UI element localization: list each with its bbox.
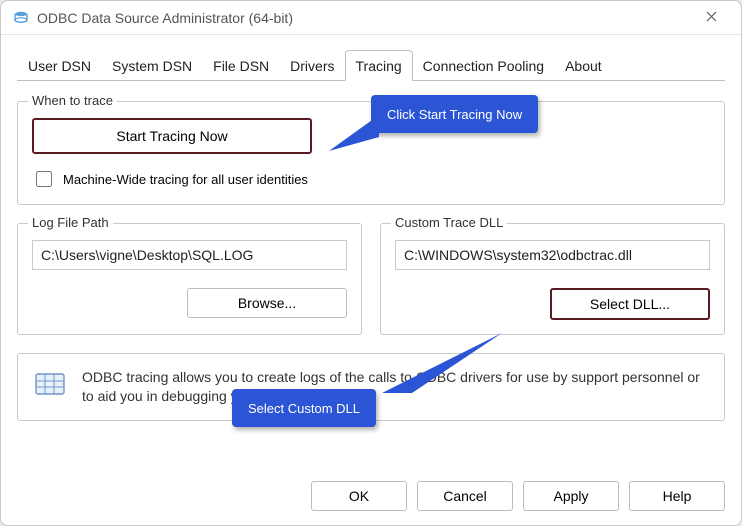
annotation-start-tracing: Click Start Tracing Now xyxy=(371,95,538,133)
tab-user-dsn[interactable]: User DSN xyxy=(17,50,102,81)
titlebar: ODBC Data Source Administrator (64-bit) xyxy=(1,1,741,35)
tab-about[interactable]: About xyxy=(554,50,613,81)
tab-drivers[interactable]: Drivers xyxy=(279,50,345,81)
ok-button[interactable]: OK xyxy=(311,481,407,511)
annotation-select-dll: Select Custom DLL xyxy=(232,389,376,427)
log-file-path-legend: Log File Path xyxy=(28,215,113,230)
window-title: ODBC Data Source Administrator (64-bit) xyxy=(37,10,693,26)
select-dll-button[interactable]: Select DLL... xyxy=(550,288,710,320)
annotation-start-tracing-label: Click Start Tracing Now xyxy=(387,107,522,122)
help-button[interactable]: Help xyxy=(629,481,725,511)
spreadsheet-icon xyxy=(34,368,68,398)
annotation-select-dll-label: Select Custom DLL xyxy=(248,401,360,416)
cancel-button[interactable]: Cancel xyxy=(417,481,513,511)
machine-wide-label: Machine-Wide tracing for all user identi… xyxy=(63,172,308,187)
start-tracing-button[interactable]: Start Tracing Now xyxy=(32,118,312,154)
close-icon xyxy=(706,10,717,25)
content-area: User DSN System DSN File DSN Drivers Tra… xyxy=(1,35,741,421)
when-to-trace-legend: When to trace xyxy=(28,93,117,108)
tab-connection-pooling[interactable]: Connection Pooling xyxy=(412,50,555,81)
custom-trace-dll-legend: Custom Trace DLL xyxy=(391,215,507,230)
machine-wide-checkbox[interactable] xyxy=(36,171,52,187)
browse-button[interactable]: Browse... xyxy=(187,288,347,318)
machine-wide-row[interactable]: Machine-Wide tracing for all user identi… xyxy=(32,168,710,190)
close-button[interactable] xyxy=(693,4,729,32)
custom-trace-dll-input[interactable] xyxy=(395,240,710,270)
tab-bar: User DSN System DSN File DSN Drivers Tra… xyxy=(17,49,725,81)
log-file-path-input[interactable] xyxy=(32,240,347,270)
log-file-path-group: Log File Path Browse... xyxy=(17,223,362,335)
apply-button[interactable]: Apply xyxy=(523,481,619,511)
tab-system-dsn[interactable]: System DSN xyxy=(101,50,203,81)
custom-trace-dll-group: Custom Trace DLL Select DLL... xyxy=(380,223,725,335)
window: ODBC Data Source Administrator (64-bit) … xyxy=(0,0,742,526)
app-icon xyxy=(13,10,29,26)
tab-file-dsn[interactable]: File DSN xyxy=(202,50,280,81)
footer: OK Cancel Apply Help xyxy=(1,471,741,525)
tab-tracing[interactable]: Tracing xyxy=(345,50,413,81)
